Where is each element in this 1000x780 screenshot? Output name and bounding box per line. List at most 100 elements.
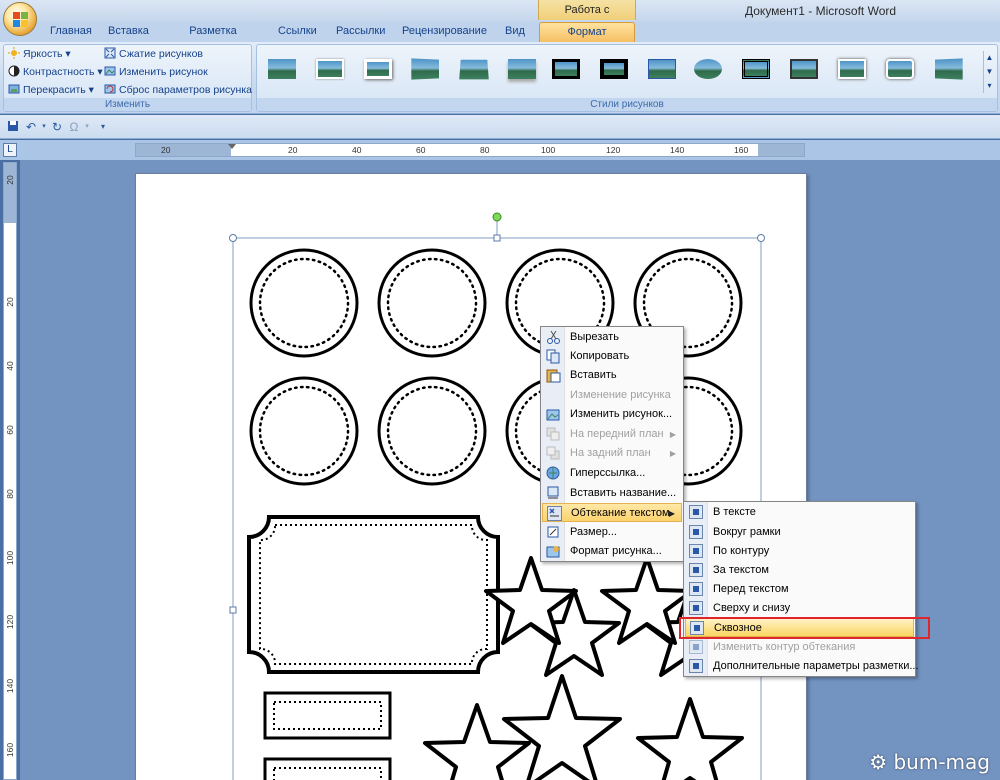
ribbon-tabs: Главная Вставка Разметка страницы Ссылки…: [0, 22, 1000, 42]
recolor-button[interactable]: Перекрасить ▾: [8, 82, 94, 99]
menu-item-label: Дополнительные параметры разметки...: [713, 660, 919, 672]
ruler-number: 20: [5, 294, 15, 310]
undo-dropdown-icon[interactable]: ▾: [37, 120, 51, 134]
ruler-number: 160: [5, 742, 15, 758]
menu-item-label: Гиперссылка...: [570, 467, 645, 479]
tab-page-layout[interactable]: Разметка страницы: [167, 22, 259, 42]
wrap-front-icon: [689, 582, 703, 596]
paste-icon: [546, 368, 561, 383]
gallery-down-icon[interactable]: ▼: [984, 65, 995, 79]
gallery-more-icon[interactable]: ▾: [984, 79, 995, 93]
menu-item-text-wrapping[interactable]: Обтекание текстом ▶: [542, 503, 682, 522]
format-picture-icon: [546, 544, 561, 559]
office-button[interactable]: [3, 2, 37, 36]
tab-home[interactable]: Главная: [50, 22, 90, 42]
wrap-behind-text[interactable]: За текстом: [685, 561, 914, 580]
ruler-number: 100: [5, 550, 15, 566]
wrap-inline-icon: [689, 505, 703, 519]
contrast-button[interactable]: Контрастность ▾: [8, 64, 103, 81]
copy-icon: [546, 349, 561, 364]
menu-item-label: Вокруг рамки: [713, 526, 781, 538]
menu-item-label: Изменить контур обтекания: [713, 641, 855, 653]
picture-style-11[interactable]: [737, 53, 775, 85]
picture-style-3[interactable]: [359, 53, 397, 85]
menu-item-copy[interactable]: Копировать: [542, 347, 682, 366]
compress-label: Сжатие рисунков: [119, 48, 203, 60]
symbol-dropdown-icon[interactable]: ▾: [80, 120, 94, 134]
picture-tools-context-label: Работа с рисунками: [538, 0, 636, 20]
wrap-in-line[interactable]: В тексте: [685, 503, 914, 522]
menu-item-change-picture[interactable]: Изменить рисунок...: [542, 405, 682, 424]
gallery-scroll[interactable]: ▲ ▼ ▾: [983, 51, 995, 93]
picture-style-9[interactable]: [643, 53, 681, 85]
tab-format[interactable]: Формат: [539, 22, 635, 42]
change-picture-button[interactable]: Изменить рисунок: [104, 64, 208, 81]
picture-style-7[interactable]: [547, 53, 585, 85]
tab-selector-icon[interactable]: L: [3, 143, 17, 157]
ruler-number: 140: [5, 678, 15, 694]
reset-picture-button[interactable]: Сброс параметров рисунка: [104, 82, 252, 99]
redo-icon[interactable]: ↻: [50, 120, 64, 134]
compress-pictures-button[interactable]: Сжатие рисунков: [104, 46, 203, 63]
wrap-top-and-bottom[interactable]: Сверху и снизу: [685, 599, 914, 618]
picture-style-6[interactable]: [503, 53, 541, 85]
highlight-annotation-frame: [679, 617, 930, 639]
picture-style-15[interactable]: [929, 53, 967, 85]
menu-item-label: Копировать: [570, 350, 629, 362]
wrap-square[interactable]: Вокруг рамки: [685, 523, 914, 542]
window-title: Документ1 - Microsoft Word: [745, 4, 896, 18]
save-icon[interactable]: [6, 120, 20, 134]
menu-item-label: Вырезать: [570, 331, 619, 343]
menu-item-hyperlink[interactable]: Гиперссылка...: [542, 464, 682, 483]
context-menu: Вырезать Копировать Вставить Изменение р…: [540, 326, 684, 562]
vertical-ruler[interactable]: 20 20 40 60 80 100 120 140 160: [3, 162, 17, 780]
symbol-icon[interactable]: Ω: [67, 120, 81, 134]
document-area: [20, 160, 1000, 780]
menu-item-label: Обтекание текстом: [571, 507, 670, 519]
tab-view[interactable]: Вид: [504, 22, 526, 42]
change-picture-icon: [546, 407, 561, 422]
tab-review[interactable]: Рецензирование: [402, 22, 486, 42]
picture-styles-group-label: Стили рисунков: [257, 98, 997, 111]
menu-item-format-picture[interactable]: Формат рисунка...: [542, 542, 682, 561]
ruler-bar: L 20 20 40 60 80 100 120 140 160: [0, 140, 1000, 160]
indent-marker-icon[interactable]: [228, 144, 236, 149]
tab-references[interactable]: Ссылки: [278, 22, 316, 42]
menu-item-cut[interactable]: Вырезать: [542, 328, 682, 347]
wrap-square-icon: [689, 525, 703, 539]
ruler-number: 40: [352, 144, 361, 156]
reset-picture-icon: [104, 83, 116, 95]
ruler-number: 140: [670, 144, 684, 156]
undo-icon[interactable]: ↶: [24, 120, 38, 134]
document-page[interactable]: [135, 173, 807, 780]
label-template-picture[interactable]: [136, 174, 808, 780]
picture-style-14[interactable]: [881, 53, 919, 85]
picture-style-13[interactable]: [833, 53, 871, 85]
menu-item-insert-caption[interactable]: Вставить название...: [542, 484, 682, 503]
ticket-label: [249, 517, 498, 672]
gear-icon: ⚙: [869, 750, 887, 774]
picture-style-12[interactable]: [785, 53, 823, 85]
horizontal-ruler[interactable]: 20 20 40 60 80 100 120 140 160: [135, 143, 805, 157]
picture-style-1[interactable]: [263, 53, 301, 85]
menu-item-paste[interactable]: Вставить: [542, 366, 682, 385]
gallery-up-icon[interactable]: ▲: [984, 51, 995, 65]
wrap-in-front-of-text[interactable]: Перед текстом: [685, 580, 914, 599]
menu-item-size[interactable]: Размер...: [542, 523, 682, 542]
picture-style-8[interactable]: [595, 53, 633, 85]
brightness-button[interactable]: Яркость ▾: [8, 46, 71, 63]
picture-style-4[interactable]: [407, 53, 445, 85]
ruler-number: 120: [606, 144, 620, 156]
picture-style-10[interactable]: [689, 53, 727, 85]
tab-insert[interactable]: Вставка: [108, 22, 148, 42]
picture-style-5[interactable]: [455, 53, 493, 85]
title-bar: Работа с рисунками Документ1 - Microsoft…: [0, 0, 1000, 22]
wrap-more-layout-options[interactable]: Дополнительные параметры разметки...: [685, 657, 914, 676]
text-wrapping-submenu: В тексте Вокруг рамки По контуру За текс…: [683, 501, 916, 677]
ruler-number: 20: [161, 144, 170, 156]
wrap-tight[interactable]: По контуру: [685, 542, 914, 561]
tab-mailings[interactable]: Рассылки: [336, 22, 380, 42]
customize-toolbar-icon[interactable]: ▾: [96, 120, 110, 134]
adjust-group-label: Изменить: [4, 98, 251, 111]
picture-style-2[interactable]: [311, 53, 349, 85]
